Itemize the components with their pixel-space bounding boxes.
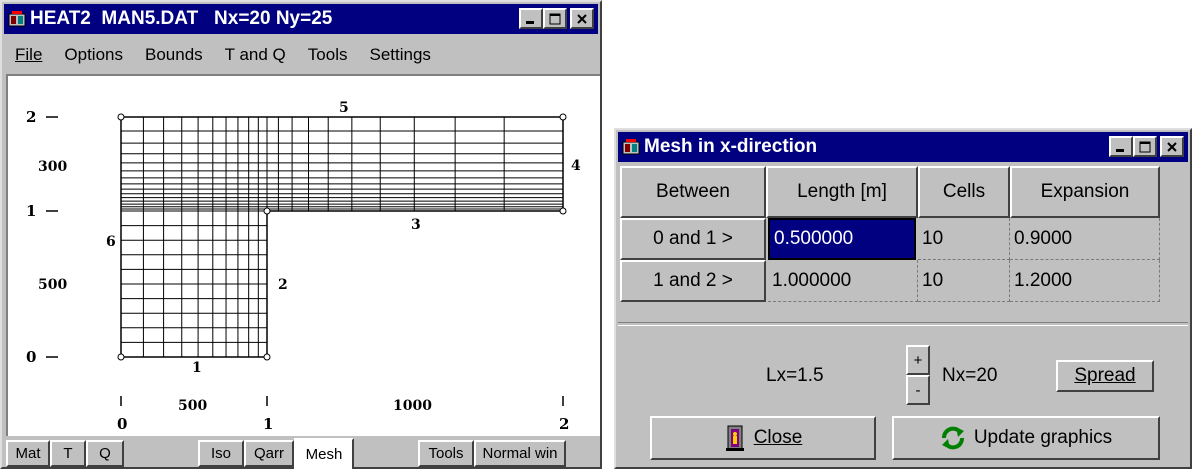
boundary-label-3: 3: [411, 217, 421, 233]
dialog-app-icon[interactable]: [622, 138, 640, 156]
corner-node: [263, 207, 271, 215]
boundary-label-1: 1: [192, 360, 202, 376]
tab-normal-win[interactable]: Normal win: [474, 440, 566, 467]
corner-node: [117, 113, 125, 121]
column-header-length: Length [m]: [766, 166, 918, 218]
heat2-main-window: HEAT2 MAN5.DAT Nx=20 Ny=25 File Options …: [0, 0, 602, 469]
minimize-icon: [526, 20, 534, 24]
dialog-divider: [618, 322, 1188, 326]
menu-bounds[interactable]: Bounds: [134, 45, 214, 65]
tab-tools[interactable]: Tools: [418, 440, 474, 467]
row-header-1-and-2[interactable]: 1 and 2 >: [620, 260, 766, 302]
length-cell-row-2[interactable]: 1.000000: [768, 260, 918, 302]
door-exit-icon: [725, 425, 744, 451]
tab-mesh[interactable]: Mesh: [294, 438, 354, 469]
tab-t[interactable]: T: [50, 440, 86, 467]
y-tick-2: 2: [26, 108, 36, 126]
cells-cell-row-2[interactable]: 10: [918, 260, 1010, 302]
bottom-tab-bar: Mat T Q Iso Qarr Mesh Tools Normal win: [6, 438, 600, 469]
dialog-title: Mesh in x-direction: [644, 136, 818, 157]
dialog-maximize-button[interactable]: [1133, 136, 1157, 157]
maximize-icon: [1139, 141, 1151, 152]
boundary-label-2: 2: [278, 277, 288, 293]
menu-file[interactable]: File: [4, 45, 53, 65]
boundary-label-5: 5: [339, 100, 349, 116]
corner-node: [117, 353, 125, 361]
length-cell-row-1[interactable]: 0.500000: [768, 218, 916, 260]
cells-cell-row-1[interactable]: 10: [918, 218, 1010, 260]
tab-iso[interactable]: Iso: [198, 440, 244, 467]
mesh-canvas[interactable]: 2 1 0 300 500 0 1 2 500 1000 5 4 3 6 2 1: [6, 74, 600, 436]
update-graphics-button-label: Update graphics: [973, 427, 1113, 448]
nx-increment-button[interactable]: +: [906, 345, 930, 375]
corner-node: [559, 113, 567, 121]
app-icon[interactable]: [8, 10, 26, 28]
close-icon: [1167, 141, 1177, 152]
x-tick-1: 1: [263, 415, 273, 433]
lx-label: Lx=1.5: [766, 365, 824, 386]
spread-button-label: Spread: [1074, 365, 1136, 386]
column-header-expansion: Expansion: [1010, 166, 1160, 218]
close-button-label: Close: [753, 427, 803, 448]
update-graphics-button[interactable]: Update graphics: [892, 416, 1160, 460]
expansion-cell-row-2[interactable]: 1.2000: [1010, 260, 1160, 302]
y-segment-label-300: 300: [38, 159, 67, 175]
menu-options[interactable]: Options: [53, 45, 134, 65]
maximize-button[interactable]: [543, 8, 567, 29]
dialog-close-window-button[interactable]: [1160, 136, 1184, 157]
menu-settings[interactable]: Settings: [358, 45, 441, 65]
refresh-icon: [941, 426, 964, 450]
x-segment-label-500: 500: [178, 398, 207, 414]
column-header-cells: Cells: [918, 166, 1010, 218]
menu-t-and-q[interactable]: T and Q: [214, 45, 297, 65]
corner-node: [559, 207, 567, 215]
boundary-label-6: 6: [106, 234, 116, 250]
column-header-between: Between: [620, 166, 766, 218]
main-title-bar[interactable]: HEAT2 MAN5.DAT Nx=20 Ny=25: [4, 4, 598, 34]
tab-q[interactable]: Q: [86, 440, 124, 467]
corner-node: [263, 353, 271, 361]
row-header-0-and-1[interactable]: 0 and 1 >: [620, 218, 766, 260]
main-window-title: HEAT2 MAN5.DAT Nx=20 Ny=25: [30, 8, 333, 29]
x-tick-0: 0: [117, 415, 127, 433]
dialog-minimize-button[interactable]: [1109, 136, 1133, 157]
nx-decrement-button[interactable]: -: [906, 375, 930, 405]
nx-label: Nx=20: [942, 365, 998, 386]
mesh-plot[interactable]: 2 1 0 300 500 0 1 2 500 1000 5 4 3 6 2 1: [8, 76, 600, 436]
mesh-x-direction-dialog: Mesh in x-direction Between Length [m] C…: [614, 128, 1192, 469]
close-button[interactable]: Close: [650, 416, 876, 460]
tab-mat[interactable]: Mat: [6, 440, 50, 467]
boundary-label-4: 4: [571, 158, 581, 174]
tab-qarr[interactable]: Qarr: [244, 440, 294, 467]
geometry-outline: [117, 113, 567, 361]
menu-tools[interactable]: Tools: [297, 45, 359, 65]
mesh-grid: [120, 116, 564, 358]
y-tick-0: 0: [26, 348, 36, 366]
dialog-title-bar[interactable]: Mesh in x-direction: [618, 132, 1188, 162]
close-icon: [577, 13, 587, 24]
spread-button[interactable]: Spread: [1056, 360, 1154, 392]
y-segment-label-500: 500: [38, 277, 67, 293]
y-tick-1: 1: [26, 202, 36, 220]
expansion-cell-row-1[interactable]: 0.9000: [1010, 218, 1160, 260]
minimize-button[interactable]: [519, 8, 543, 29]
close-window-button[interactable]: [570, 8, 594, 29]
x-segment-label-1000: 1000: [393, 398, 432, 414]
x-tick-2: 2: [559, 415, 569, 433]
minimize-icon: [1116, 148, 1124, 152]
maximize-icon: [549, 13, 561, 24]
menu-bar: File Options Bounds T and Q Tools Settin…: [4, 40, 598, 70]
